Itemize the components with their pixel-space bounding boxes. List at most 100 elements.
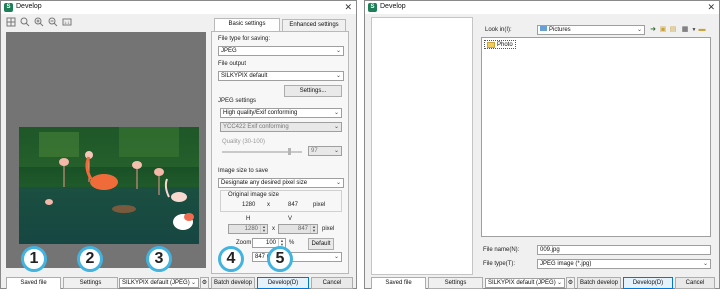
- settings-tab-button[interactable]: Settings: [428, 277, 483, 289]
- percent-sign: %: [289, 240, 295, 246]
- new-folder-icon[interactable]: ▤: [669, 26, 677, 34]
- width-value: 1280: [244, 226, 258, 232]
- quality-value: 97: [311, 148, 318, 154]
- chevron-down-icon: ⌄: [335, 73, 341, 79]
- file-output-select[interactable]: SILKYPIX default ⌄: [218, 71, 344, 81]
- chevron-down-icon: ⌄: [333, 124, 339, 130]
- chevron-down-icon: ⌄: [335, 48, 341, 54]
- file-output-label: File output: [218, 61, 247, 67]
- develop-dialog-left: S Develop ✕ 1:1 Basic settings Enhanced …: [0, 0, 357, 289]
- actual-size-icon[interactable]: 1:1: [62, 17, 72, 27]
- callout-2: 2: [77, 246, 103, 272]
- zoom-value: 100: [265, 240, 276, 246]
- image-size-mode-select[interactable]: Designate any desired pixel size ⌄: [218, 178, 344, 188]
- callout-1: 1: [21, 246, 47, 272]
- file-output-value: SILKYPIX default: [221, 73, 268, 79]
- fit-to-window-icon[interactable]: [6, 17, 16, 27]
- file-type-label: File type for saving:: [218, 36, 271, 42]
- chevron-down-icon: ⌄: [702, 261, 708, 267]
- develop-dialog-right: S Develop ✕ Look in(I): Pictures ⌄ ➜ ▣ ▤…: [364, 0, 720, 289]
- width-input[interactable]: 1280 ▲ ▼: [228, 224, 268, 234]
- jpeg-chroma-select: YCC422 Exif conforming ⌄: [220, 122, 342, 132]
- app-logo-icon: S: [4, 3, 13, 12]
- file-list[interactable]: Photo: [481, 37, 711, 237]
- folder-item-label: Photo: [497, 41, 513, 48]
- flamingo-photo: [19, 127, 199, 244]
- window-title: Develop: [16, 3, 42, 10]
- zoom-icon[interactable]: [20, 17, 30, 27]
- jpeg-chroma-value: YCC422 Exif conforming: [223, 124, 289, 130]
- chevron-down-icon: ⌄: [556, 280, 562, 286]
- batch-develop-button[interactable]: Batch develop: [577, 277, 621, 289]
- quality-slider: [288, 148, 291, 155]
- quality-value-select: 97 ⌄: [308, 146, 342, 156]
- file-type-select[interactable]: JPEG ⌄: [218, 46, 344, 56]
- jpeg-quality-mode-select[interactable]: High quality/Exif conforming ⌄: [220, 108, 342, 118]
- file-type-value: JPEG: [221, 48, 237, 54]
- folder-icon: [487, 41, 495, 48]
- size-preset-select[interactable]: 847 (100 ⌄: [252, 252, 342, 262]
- spinner-icon[interactable]: ▲ ▼: [310, 225, 317, 233]
- jpeg-quality-mode-value: High quality/Exif conforming: [223, 110, 298, 116]
- look-in-select[interactable]: Pictures ⌄: [537, 25, 645, 35]
- list-item[interactable]: Photo: [484, 40, 516, 49]
- develop-preset-select[interactable]: SILKYPIX default (JPEG) ⌄: [485, 278, 565, 288]
- look-in-value: Pictures: [549, 27, 571, 33]
- title-bar: S Develop ✕: [365, 1, 719, 14]
- develop-button[interactable]: Develop(D): [257, 277, 309, 289]
- preview-toolbar: 1:1: [6, 17, 206, 29]
- view-menu-icon[interactable]: ▦: [681, 26, 689, 34]
- preset-options-button[interactable]: ⚙: [200, 277, 209, 289]
- preview-area[interactable]: [6, 32, 206, 268]
- develop-preset-select[interactable]: SILKYPIX default (JPEG) ⌄: [119, 278, 199, 288]
- folder-icon[interactable]: ▬: [698, 26, 706, 34]
- chevron-down-icon[interactable]: ▼: [690, 26, 698, 34]
- callout-4: 4: [218, 246, 244, 272]
- file-name-input[interactable]: 009.jpg: [537, 245, 711, 255]
- side-pane: [371, 17, 473, 275]
- tab-enhanced-settings[interactable]: Enhanced settings: [282, 19, 346, 31]
- original-height: 847: [288, 202, 299, 208]
- close-icon[interactable]: ✕: [344, 2, 352, 13]
- develop-button[interactable]: Develop(D): [623, 277, 673, 289]
- height-input[interactable]: 847 ▲ ▼: [278, 224, 318, 234]
- preset-options-button[interactable]: ⚙: [566, 277, 575, 289]
- window-title: Develop: [380, 3, 406, 10]
- back-arrow-icon[interactable]: ➜: [649, 26, 657, 34]
- spinner-icon[interactable]: ▲ ▼: [260, 225, 267, 233]
- batch-develop-button[interactable]: Batch develop: [211, 277, 255, 289]
- zoom-in-icon[interactable]: [34, 17, 44, 27]
- settings-tab-button[interactable]: Settings: [63, 277, 118, 289]
- default-size-button[interactable]: Default: [308, 238, 334, 250]
- chevron-down-icon: ⌄: [333, 254, 339, 260]
- image-size-mode-value: Designate any desired pixel size: [221, 180, 308, 186]
- chevron-down-icon: ⌄: [335, 180, 341, 186]
- pictures-folder-icon: [540, 26, 547, 31]
- file-type-select[interactable]: JPEG image (*.jpg) ⌄: [537, 259, 711, 269]
- tab-basic-settings[interactable]: Basic settings: [214, 18, 280, 31]
- zoom-out-icon[interactable]: [48, 17, 58, 27]
- times-sign: x: [267, 202, 270, 208]
- image-size-label: Image size to save: [218, 168, 269, 174]
- develop-preset-value: SILKYPIX default (JPEG): [122, 280, 190, 286]
- times-sign: x: [272, 226, 275, 232]
- original-size-label: Original image size: [228, 192, 280, 198]
- file-output-settings-button[interactable]: Settings...: [284, 85, 342, 97]
- app-logo-icon: S: [368, 3, 377, 12]
- v-label: V: [288, 216, 293, 222]
- basic-settings-panel: File type for saving: JPEG ⌄ File output…: [211, 31, 349, 274]
- chevron-down-icon: ⌄: [190, 280, 196, 286]
- cancel-button[interactable]: Cancel: [311, 277, 353, 289]
- pixel-unit: pixel: [322, 226, 335, 232]
- up-folder-icon[interactable]: ▣: [659, 26, 667, 34]
- cancel-button[interactable]: Cancel: [675, 277, 715, 289]
- file-name-label: File name(N):: [483, 247, 520, 253]
- svg-text:1:1: 1:1: [64, 20, 70, 25]
- h-label: H: [246, 216, 251, 222]
- quality-range-label: Quality (30-100): [222, 139, 266, 145]
- chevron-down-icon: ⌄: [333, 148, 339, 154]
- file-type-value: JPEG image (*.jpg): [540, 261, 592, 267]
- saved-file-button[interactable]: Saved file: [6, 277, 61, 289]
- saved-file-button[interactable]: Saved file: [371, 277, 426, 289]
- close-icon[interactable]: ✕: [707, 2, 715, 13]
